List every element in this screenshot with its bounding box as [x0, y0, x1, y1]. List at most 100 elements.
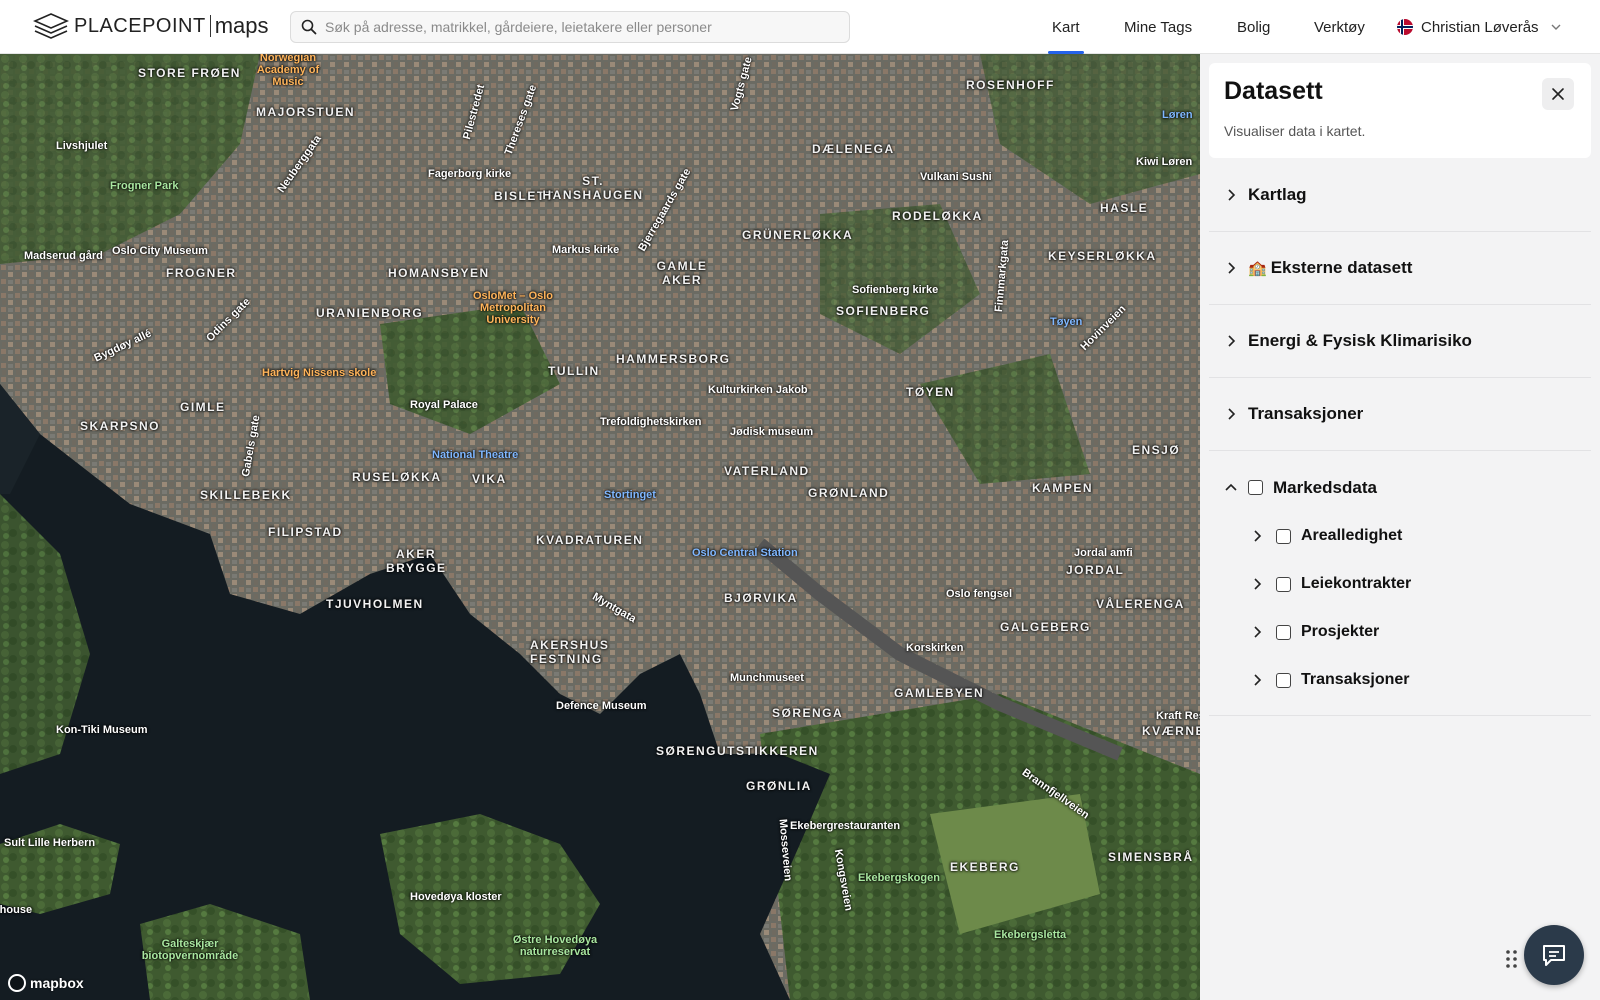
map-label-district: RUSELØKKA	[352, 470, 442, 484]
map-label-poi: Sofienberg kirke	[852, 284, 939, 296]
map-label-poi: OsloMet – Oslo Metropolitan University	[472, 290, 554, 326]
map-label-poi: Royal Palace	[410, 399, 478, 411]
section-eksterne-datasett[interactable]: 🏫 Eksterne datasett	[1209, 232, 1591, 305]
map-label-poi: Oslo fengsel	[946, 588, 1013, 600]
map-label-district: GALGEBERG	[1000, 620, 1091, 634]
sub-item-prosjekter[interactable]: Prosjekter	[1209, 608, 1591, 656]
map-label-poi: Fagerborg kirke	[428, 168, 512, 180]
nav-bolig[interactable]: Bolig	[1237, 0, 1270, 54]
section-title: Markedsdata	[1273, 477, 1377, 497]
map-label-poi: Galteskjær biotopvernområde	[141, 938, 239, 962]
map-label-district: BJØRVIKA	[724, 591, 798, 605]
logo-suffix: maps	[214, 13, 269, 38]
map-label-district: AKERSHUS FESTNING	[530, 638, 610, 666]
map-label-district: URANIENBORG	[316, 306, 424, 320]
sub-item-transaksjoner[interactable]: Transaksjoner	[1209, 656, 1591, 704]
map-label-poi: Defence Museum	[556, 700, 647, 712]
map-label-poi: Korskirken	[906, 642, 964, 654]
map-label-poi: thouse	[0, 904, 33, 916]
arealledighet-checkbox[interactable]	[1276, 528, 1291, 544]
map-label-district: ROSENHOFF	[966, 78, 1055, 92]
nav-verktoy[interactable]: Verktøy	[1314, 0, 1365, 54]
search-icon	[301, 19, 317, 35]
chevron-right-icon	[1254, 530, 1262, 542]
map-label-district: MAJORSTUEN	[256, 105, 356, 119]
chevron-right-icon	[1228, 335, 1236, 347]
section-kartlag[interactable]: Kartlag	[1209, 159, 1591, 232]
map-label-district: HAMMERSBORG	[616, 352, 731, 366]
section-title: Energi & Fysisk Klimarisiko	[1248, 331, 1472, 350]
close-icon	[1552, 88, 1564, 100]
logo-divider	[209, 15, 211, 37]
map-label-poi: Løren	[1162, 109, 1193, 121]
section-title: Eksterne datasett	[1270, 258, 1413, 277]
map-label-district: AKER BRYGGE	[386, 547, 447, 575]
prosjekter-checkbox[interactable]	[1276, 624, 1291, 640]
section-energi[interactable]: Energi & Fysisk Klimarisiko	[1209, 305, 1591, 378]
chat-icon	[1543, 945, 1565, 966]
map-label-district: ENSJØ	[1132, 443, 1181, 457]
map-label-poi: Vulkani Sushi	[920, 171, 992, 183]
chat-button[interactable]	[1524, 925, 1584, 985]
map-label-district: SKILLEBEKK	[200, 488, 292, 502]
map-label-district: GAMLE AKER	[656, 259, 708, 287]
nav-kart[interactable]: Kart	[1048, 0, 1083, 54]
map-label-poi: Norwegian Academy of Music	[256, 54, 320, 88]
map-label-district: JORDAL	[1066, 563, 1125, 577]
sub-item-label: Transaksjoner	[1301, 671, 1410, 688]
map-label-district: TULLIN	[548, 364, 600, 378]
section-title: Kartlag	[1248, 185, 1307, 204]
map-label-district: TJUVHOLMEN	[326, 597, 424, 611]
sub-item-leiekontrakter[interactable]: Leiekontrakter	[1209, 560, 1591, 608]
map-label-district: KEYSERLØKKA	[1048, 249, 1157, 263]
map-label-district: GIMLE	[180, 400, 226, 414]
section-title: Transaksjoner	[1248, 404, 1364, 423]
transaksjoner-checkbox[interactable]	[1276, 672, 1291, 688]
leiekontrakter-checkbox[interactable]	[1276, 576, 1291, 592]
map-label-district: EKEBERG	[950, 860, 1020, 874]
map-label-poi: Ekebergsletta	[994, 929, 1067, 941]
map-label-district: GRÜNERLØKKA	[742, 228, 854, 242]
map-label-poi: Kon-Tiki Museum	[56, 724, 148, 736]
search-input[interactable]	[325, 19, 825, 35]
logo[interactable]: PLACEPOINT maps	[32, 11, 269, 41]
search-box	[290, 11, 850, 43]
map-label-poi: Stortinget	[604, 489, 656, 501]
map-label-district: RODELØKKA	[892, 209, 983, 223]
mapbox-label: mapbox	[30, 975, 84, 991]
norway-flag-icon	[1397, 19, 1413, 35]
map-label-district: GRØNLIA	[746, 779, 812, 793]
map-label-poi: Kiwi Løren	[1136, 156, 1193, 168]
map-label-poi: Madserud gård	[24, 250, 103, 262]
sub-item-label: Prosjekter	[1301, 623, 1380, 640]
placepoint-logo-icon	[33, 13, 69, 39]
mapbox-attribution[interactable]: mapbox	[8, 974, 84, 992]
close-button[interactable]	[1542, 78, 1574, 110]
section-transaksjoner[interactable]: Transaksjoner	[1209, 378, 1591, 451]
map-label-poi: Jødisk museum	[730, 426, 814, 438]
map-label-district: DÆLENEGA	[812, 142, 895, 156]
school-icon: 🏫	[1248, 260, 1267, 277]
chevron-right-icon	[1228, 408, 1236, 420]
map-label-poi: Kulturkirken Jakob	[708, 384, 808, 396]
sub-item-arealledighet[interactable]: Arealledighet	[1209, 512, 1591, 560]
map-label-district: KAMPEN	[1032, 481, 1094, 495]
map-label-poi: Ekebergskogen	[858, 872, 940, 884]
map-label-poi: Hovedøya kloster	[410, 891, 502, 903]
map-canvas[interactable]: STORE FRØEN MAJORSTUEN FROGNER URANIENBO…	[0, 54, 1200, 1000]
panel-header: Datasett Visualiser data i kartet.	[1209, 63, 1591, 158]
nav-mine-tags[interactable]: Mine Tags	[1124, 0, 1192, 54]
map-label-poi: Østre Hovedøya naturreservat	[512, 934, 598, 958]
chevron-right-icon	[1254, 674, 1262, 686]
map-label-district: SIMENSBRÅ	[1108, 850, 1194, 864]
map-label-district: SOFIENBERG	[836, 304, 931, 318]
map-label-district: SØRENGA	[772, 706, 844, 720]
map-label-district: SØRENGUTSTIKKEREN	[656, 744, 819, 758]
map-label-district: GAMLEBYEN	[894, 686, 985, 700]
drag-handle-icon[interactable]	[1505, 948, 1519, 970]
markedsdata-checkbox[interactable]	[1248, 480, 1263, 495]
map-label-district: KVÆRNER	[1142, 724, 1200, 738]
user-menu[interactable]: Christian Løverås	[1397, 0, 1563, 54]
dataset-panel: Datasett Visualiser data i kartet. Kartl…	[1200, 54, 1600, 1000]
chevron-right-icon	[1228, 189, 1236, 201]
